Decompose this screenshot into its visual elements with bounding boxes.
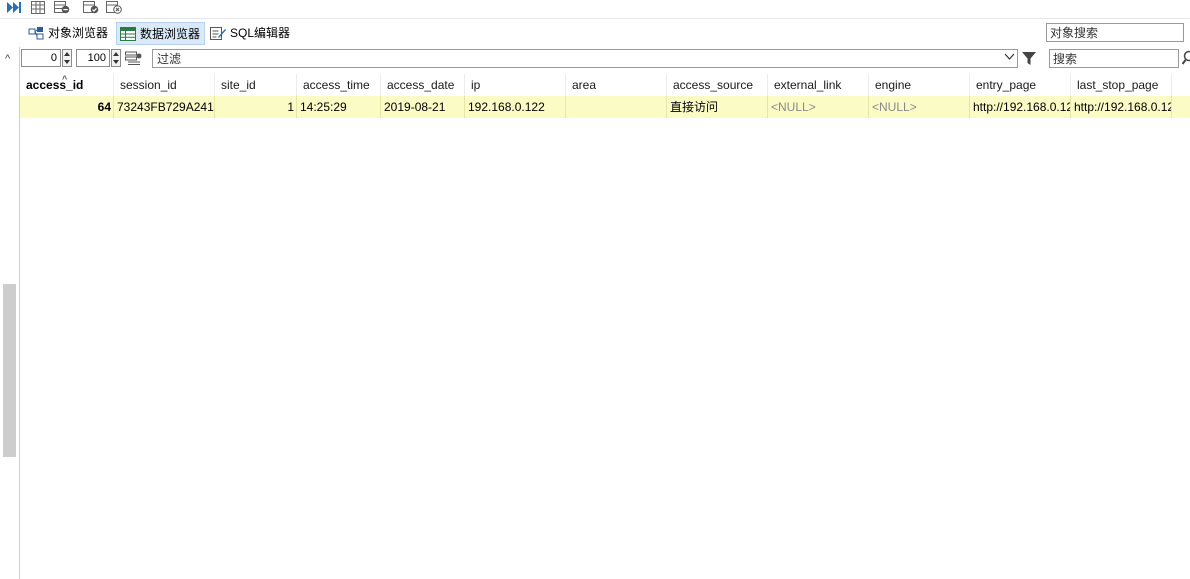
sort-ascending-icon: ^ [62, 74, 68, 84]
cell-site-id[interactable]: 1 [215, 96, 297, 118]
filter-input[interactable] [152, 49, 1018, 68]
object-browser-icon [28, 26, 44, 40]
column-header-external-link[interactable]: external_link [768, 74, 869, 96]
table-row[interactable]: 64 73243FB729A241 1 14:25:29 2019-08-21 … [20, 96, 1190, 118]
column-header-access-source[interactable]: access_source [667, 74, 768, 96]
tab-object-browser-label: 对象浏览器 [48, 26, 109, 40]
limit-spinner[interactable] [111, 49, 121, 67]
collapse-up-icon[interactable]: ^ [5, 53, 10, 65]
cell-engine[interactable]: <NULL> [869, 96, 970, 118]
browser-tabs: 对象浏览器 数据浏览器 SQL编辑器 [0, 18, 1190, 47]
cell-access-time[interactable]: 14:25:29 [297, 96, 381, 118]
column-header-access-id[interactable]: ^ access_id [20, 74, 114, 96]
cell-access-date[interactable]: 2019-08-21 [381, 96, 465, 118]
left-rail: ^ [0, 47, 20, 579]
filter-bar: 0 100 [20, 48, 1190, 70]
column-header-ip[interactable]: ip [465, 74, 566, 96]
column-header-site-id[interactable]: site_id [215, 74, 297, 96]
filter-dropdown-icon[interactable] [1004, 53, 1015, 64]
tab-sql-editor-label: SQL编辑器 [230, 26, 291, 40]
cell-access-id[interactable]: 64 [20, 96, 114, 118]
cell-session-id[interactable]: 73243FB729A241 [114, 96, 215, 118]
limit-input[interactable]: 100 [76, 49, 110, 67]
data-grid: ^ access_id session_id site_id access_ti… [20, 72, 1190, 579]
tab-object-browser[interactable]: 对象浏览器 [25, 22, 112, 43]
column-header-session-id[interactable]: session_id [114, 74, 215, 96]
cell-entry-page[interactable]: http://192.168.0.122 [970, 96, 1071, 118]
cell-area[interactable] [566, 96, 667, 118]
rail-scrollbar[interactable] [3, 284, 16, 457]
grid-layout-icon[interactable] [31, 1, 45, 14]
column-header-engine[interactable]: engine [869, 74, 970, 96]
tab-data-browser-label: 数据浏览器 [140, 27, 201, 41]
search-input[interactable] [1049, 49, 1179, 68]
cell-ip[interactable]: 192.168.0.122 [465, 96, 566, 118]
tab-sql-editor[interactable]: SQL编辑器 [207, 22, 294, 43]
sql-editor-icon [210, 26, 226, 40]
column-header-entry-page[interactable]: entry_page [970, 74, 1071, 96]
apply-changes-icon[interactable] [83, 1, 99, 14]
record-toolbar [0, 0, 140, 16]
search-icon[interactable] [1181, 50, 1190, 69]
column-header-area[interactable]: area [566, 74, 667, 96]
object-search-input[interactable] [1046, 23, 1184, 42]
discard-changes-icon[interactable] [106, 1, 122, 14]
last-record-icon[interactable] [6, 1, 21, 14]
delete-record-icon[interactable] [54, 1, 70, 14]
cell-external-link[interactable]: <NULL> [768, 96, 869, 118]
column-header-access-time[interactable]: access_time [297, 74, 381, 96]
column-header-last-stop-page[interactable]: last_stop_page [1071, 74, 1172, 96]
filter-funnel-icon[interactable] [1021, 51, 1037, 70]
refresh-paging-icon[interactable] [125, 51, 143, 69]
offset-spinner[interactable] [62, 49, 72, 67]
column-header-access-date[interactable]: access_date [381, 74, 465, 96]
tab-data-browser[interactable]: 数据浏览器 [116, 22, 206, 45]
offset-input[interactable]: 0 [21, 49, 61, 67]
cell-last-stop-page[interactable]: http://192.168.0.122 [1071, 96, 1172, 118]
data-browser-icon [120, 26, 136, 41]
cell-access-source[interactable]: 直接访问 [667, 96, 768, 118]
